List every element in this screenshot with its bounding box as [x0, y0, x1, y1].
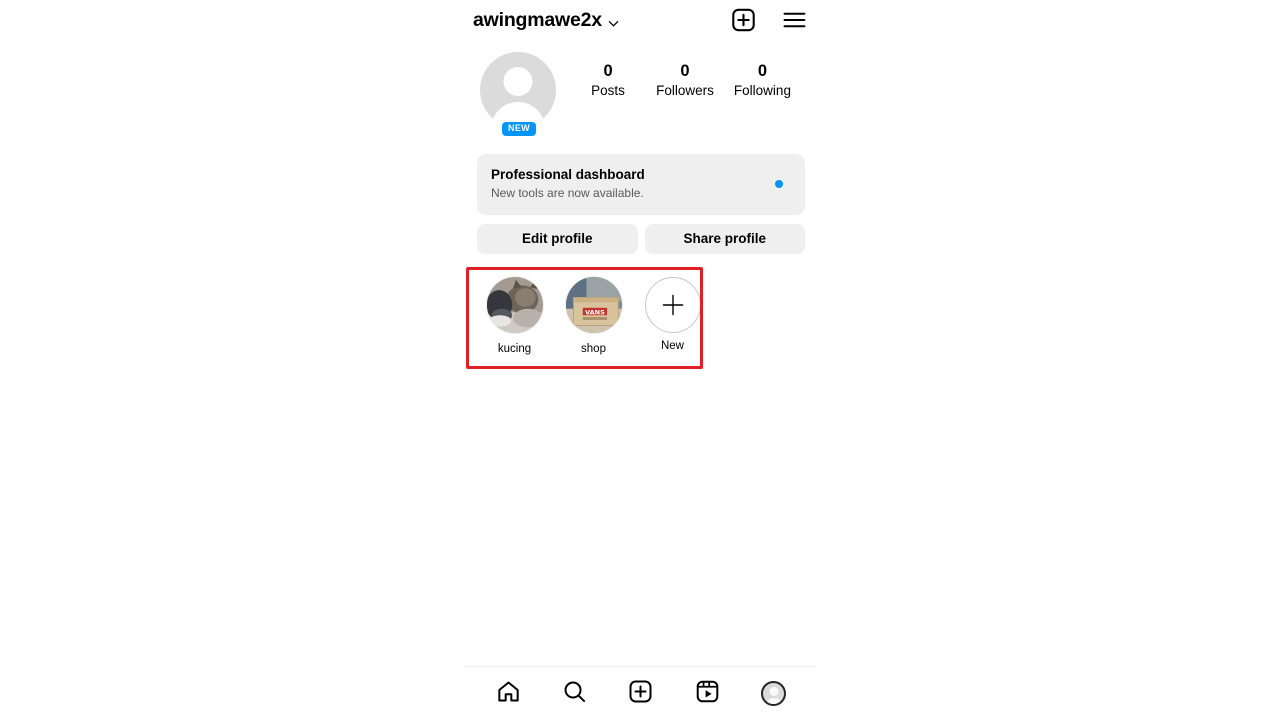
stat-following[interactable]: 0 Following	[734, 61, 791, 101]
stat-posts[interactable]: 0 Posts	[580, 61, 636, 101]
nav-avatar-body-shape	[765, 698, 783, 704]
highlight-item-new[interactable]: New	[633, 276, 712, 357]
reels-icon	[695, 679, 720, 709]
stat-posts-label: Posts	[591, 82, 625, 98]
story-highlights-section: kucing VANS shop New	[465, 266, 817, 369]
dashboard-subtitle: New tools are now available.	[491, 185, 644, 200]
profile-action-buttons: Edit profile Share profile	[477, 223, 805, 254]
page-title: awingmawe2x	[473, 8, 602, 31]
chevron-down-icon	[608, 16, 619, 27]
dashboard-title: Professional dashboard	[491, 167, 645, 182]
phone-viewport: awingmawe2x NEW 0 Posts 0 Followers 0 Fo…	[465, 0, 817, 720]
avatar[interactable]: NEW	[480, 52, 558, 136]
bottom-navigation-bar	[465, 667, 817, 720]
add-highlight-button[interactable]	[644, 276, 701, 333]
profile-summary: NEW 0 Posts 0 Followers 0 Following	[465, 40, 817, 136]
create-plus-icon	[628, 679, 653, 709]
stat-followers-label: Followers	[656, 82, 714, 98]
search-icon	[562, 679, 587, 709]
highlight-item-shop[interactable]: VANS shop	[554, 275, 633, 357]
profile-stats: 0 Posts 0 Followers 0 Following	[558, 52, 805, 101]
status-badge: NEW	[502, 122, 536, 136]
app-screen: awingmawe2x NEW 0 Posts 0 Followers 0 Fo…	[0, 0, 1280, 720]
nav-item-search[interactable]	[553, 672, 597, 716]
share-profile-button[interactable]: Share profile	[644, 223, 805, 254]
stat-following-label: Following	[733, 82, 791, 98]
stat-followers[interactable]: 0 Followers	[656, 61, 714, 101]
default-avatar-icon	[480, 52, 556, 128]
highlight-label-kucing: kucing	[497, 342, 532, 355]
stat-posts-value: 0	[603, 62, 613, 80]
svg-text:VANS: VANS	[585, 308, 605, 316]
highlight-thumbnail-kucing	[485, 275, 544, 334]
highlight-item-kucing[interactable]: kucing	[475, 275, 554, 357]
highlight-label-shop: shop	[581, 342, 606, 355]
highlight-thumbnail-shop: VANS	[564, 275, 623, 334]
highlight-label-new: New	[660, 339, 684, 352]
nav-item-home[interactable]	[486, 672, 530, 716]
stat-followers-value: 0	[680, 62, 690, 80]
notification-dot-icon	[775, 180, 783, 189]
nav-item-profile[interactable]	[752, 672, 796, 716]
hamburger-menu-icon[interactable]	[782, 8, 807, 33]
avatar-head-shape	[503, 67, 533, 96]
home-icon	[496, 679, 521, 709]
plus-icon	[662, 294, 683, 316]
username-switcher[interactable]: awingmawe2x	[473, 9, 619, 32]
profile-header: awingmawe2x	[465, 0, 817, 40]
nav-item-reels[interactable]	[685, 672, 729, 716]
profile-avatar-icon	[761, 681, 787, 706]
header-actions	[731, 8, 807, 33]
nav-item-create[interactable]	[619, 672, 663, 716]
stat-following-value: 0	[757, 62, 768, 80]
plus-square-icon[interactable]	[731, 8, 756, 33]
nav-avatar-head-shape	[769, 687, 779, 696]
professional-dashboard-card[interactable]: Professional dashboard New tools are now…	[477, 154, 805, 215]
edit-profile-button[interactable]: Edit profile	[477, 223, 638, 254]
story-highlights-list: kucing VANS shop New	[465, 275, 817, 357]
